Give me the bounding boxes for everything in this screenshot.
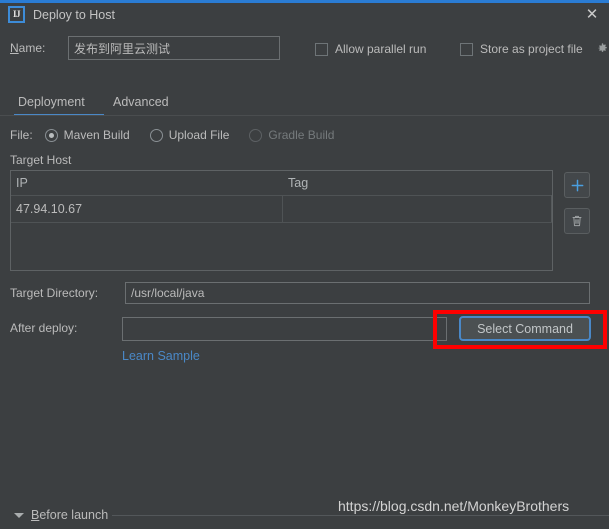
radio-maven-build[interactable]: Maven Build	[44, 128, 130, 142]
app-icon-text: IJ	[12, 9, 21, 19]
after-deploy-label: After deploy:	[10, 321, 78, 335]
window-title-bar: IJ Deploy to Host ✕	[0, 0, 609, 29]
radio-maven-build-indicator[interactable]	[44, 128, 58, 142]
before-launch-label: Before launch	[31, 508, 108, 522]
target-directory-label: Target Directory:	[10, 286, 99, 300]
watermark-text: https://blog.csdn.net/MonkeyBrothers	[338, 498, 570, 514]
add-host-button[interactable]	[564, 172, 590, 198]
name-label-mnemonic: N	[10, 41, 19, 55]
trash-icon	[572, 215, 582, 227]
name-label: Name:	[10, 41, 45, 55]
close-icon[interactable]: ✕	[579, 3, 605, 25]
column-header-ip[interactable]: IP	[11, 171, 28, 195]
radio-upload-file-label: Upload File	[168, 128, 230, 142]
radio-upload-file-indicator[interactable]	[149, 128, 163, 142]
before-launch-divider	[112, 515, 609, 516]
learn-sample-link[interactable]: Learn Sample	[122, 349, 200, 363]
target-host-table[interactable]: IP Tag 47.94.10.67	[10, 170, 553, 271]
table-scroll-indicator	[551, 195, 552, 222]
gear-icon[interactable]	[597, 43, 608, 54]
allow-parallel-run-checkbox-row[interactable]: Allow parallel run	[315, 42, 426, 56]
select-command-button[interactable]: Select Command	[459, 316, 591, 341]
tab-advanced[interactable]: Advanced	[113, 90, 169, 115]
name-input[interactable]: 发布到阿里云测试	[68, 36, 280, 60]
tab-bar-divider	[0, 115, 609, 116]
cell-ip[interactable]: 47.94.10.67	[11, 196, 283, 222]
radio-upload-file[interactable]: Upload File	[149, 128, 230, 142]
target-host-section-label: Target Host	[10, 153, 72, 167]
allow-parallel-run-label: Allow parallel run	[335, 42, 427, 56]
file-type-radio-group: File: Maven Build Upload File Gradle Bui…	[10, 128, 354, 142]
column-header-tag[interactable]: Tag	[283, 171, 308, 195]
window-title: Deploy to Host	[33, 8, 115, 22]
intellij-idea-icon: IJ	[8, 6, 25, 23]
table-header-row: IP Tag	[11, 171, 552, 196]
radio-maven-build-label: Maven Build	[63, 128, 130, 142]
radio-gradle-build-indicator	[249, 128, 263, 142]
file-label: File:	[10, 128, 33, 142]
target-directory-input[interactable]: /usr/local/java	[125, 282, 590, 304]
plus-icon	[571, 179, 583, 191]
radio-gradle-build-label: Gradle Build	[268, 128, 335, 142]
store-as-project-file-checkbox[interactable]	[460, 42, 473, 56]
before-launch-rest: efore launch	[39, 508, 109, 522]
after-deploy-input[interactable]	[122, 317, 447, 341]
table-row[interactable]: 47.94.10.67	[11, 196, 552, 223]
tab-deployment[interactable]: Deployment	[18, 90, 85, 115]
cell-tag[interactable]	[283, 196, 552, 222]
radio-gradle-build: Gradle Build	[249, 128, 334, 142]
delete-host-button[interactable]	[564, 208, 590, 234]
tab-bar: Deployment Advanced	[0, 90, 609, 117]
allow-parallel-run-checkbox[interactable]	[315, 42, 328, 56]
before-launch-section-header[interactable]: Before launch	[14, 508, 108, 522]
name-label-text: ame:	[18, 41, 46, 55]
store-as-project-file-label: Store as project file	[480, 42, 583, 56]
store-as-project-file-checkbox-row[interactable]: Store as project file	[460, 42, 583, 56]
chevron-down-icon[interactable]	[14, 512, 24, 518]
